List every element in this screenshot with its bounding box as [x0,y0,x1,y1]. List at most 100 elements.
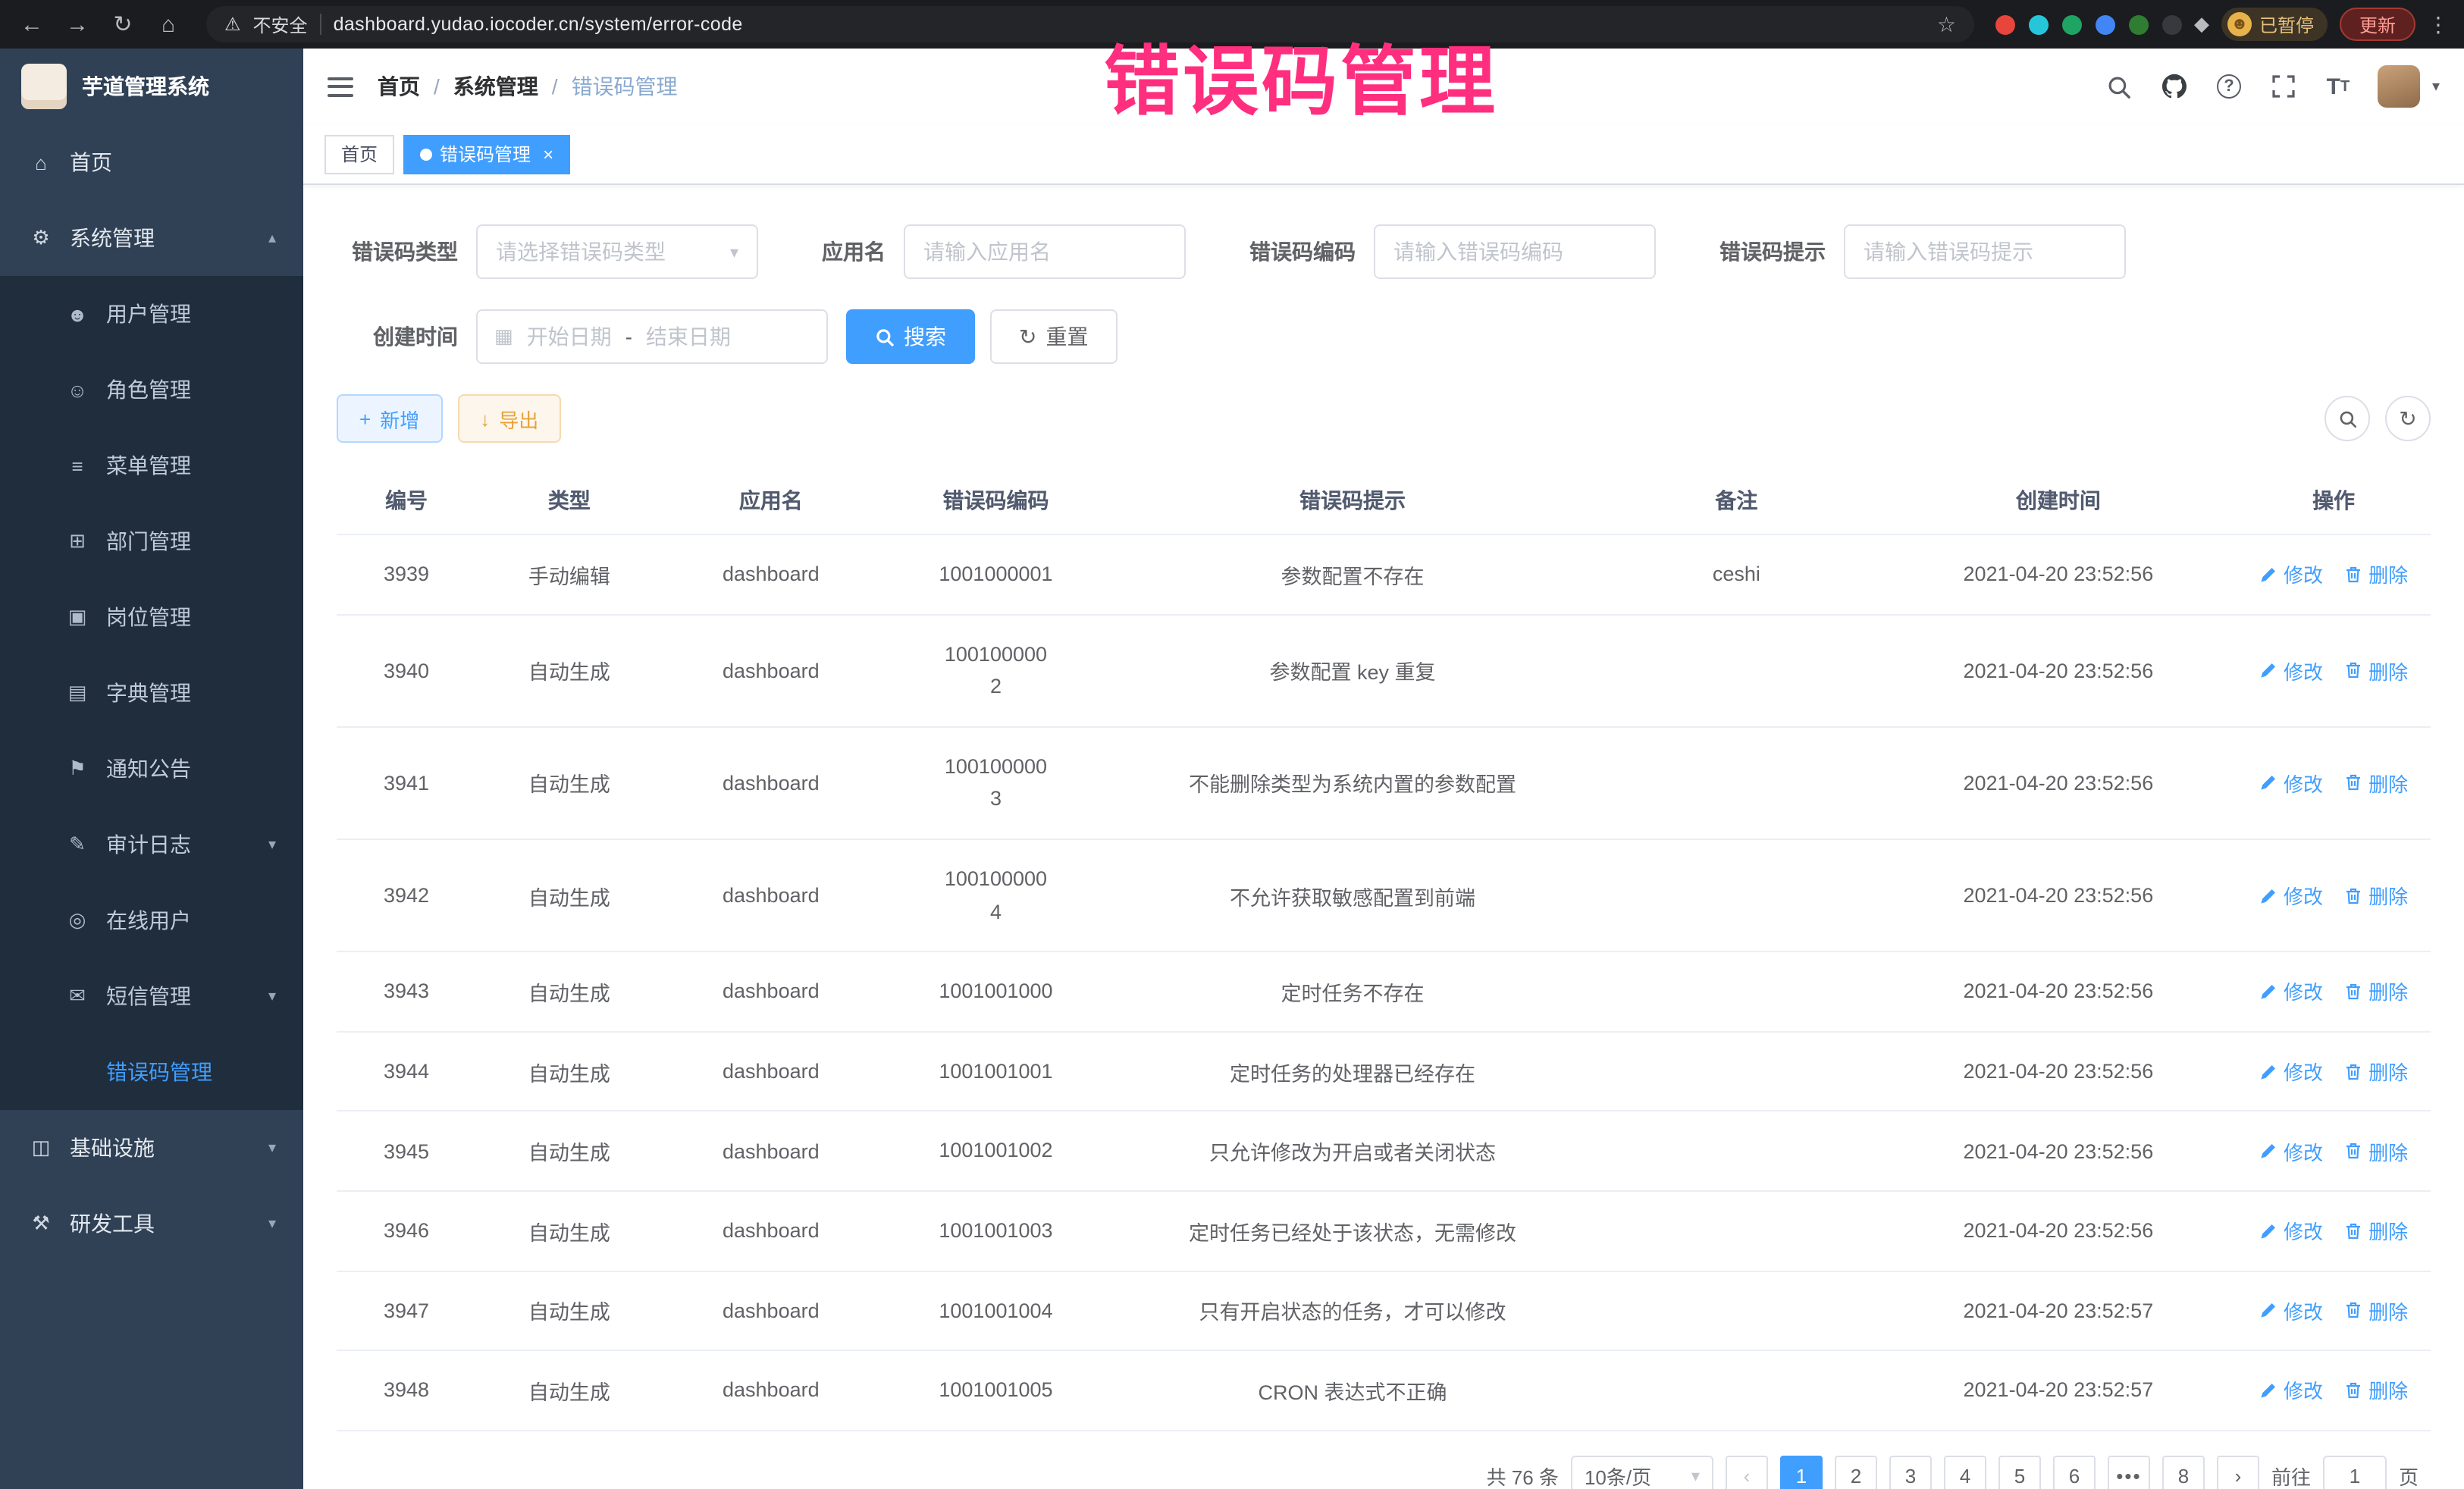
type-cell: 自动生成 [476,951,663,1031]
reload-icon[interactable]: ↻ [106,11,140,38]
edit-link[interactable]: 修改 [2259,977,2323,1006]
edit-link[interactable]: 修改 [2259,1296,2323,1325]
edit-link[interactable]: 修改 [2259,881,2323,910]
sidebar-item-12[interactable]: 错误码管理 [0,1034,303,1110]
breadcrumb-home[interactable]: 首页 [378,71,420,102]
edit-link[interactable]: 修改 [2259,1376,2323,1405]
url-text[interactable]: dashboard.yudao.iocoder.cn/system/error-… [334,14,1925,35]
sidebar-item-6[interactable]: ▣岗位管理 [0,579,303,655]
avatar-caret-icon[interactable]: ▾ [2432,78,2440,95]
menu-fold-icon[interactable] [328,77,353,96]
pager-more-button[interactable]: ••• [2108,1455,2150,1489]
help-icon[interactable]: ? [2214,71,2244,102]
sidebar-logo-row[interactable]: 芋道管理系统 [0,49,303,124]
app-cell: dashboard [663,1350,879,1430]
edit-link[interactable]: 修改 [2259,560,2323,589]
delete-link[interactable]: 删除 [2344,1216,2408,1245]
sidebar-item-3[interactable]: ☺角色管理 [0,352,303,428]
sidebar-item-13[interactable]: ◫基础设施▾ [0,1110,303,1186]
extension-icon[interactable] [2029,14,2049,34]
tab-error-code[interactable]: 错误码管理 × [403,134,570,174]
back-icon[interactable]: ← [15,11,49,37]
page-button-3[interactable]: 3 [1889,1455,1932,1489]
sidebar-item-7[interactable]: ▤字典管理 [0,655,303,731]
extensions-puzzle-icon[interactable]: ◆ [2194,12,2209,36]
edit-link[interactable]: 修改 [2259,769,2323,798]
home-icon[interactable]: ⌂ [152,11,185,37]
error-type-select[interactable]: 请选择错误码类型 ▾ [476,224,758,279]
github-icon[interactable] [2159,71,2190,102]
prev-page-button[interactable]: ‹ [1726,1455,1768,1489]
delete-link[interactable]: 删除 [2344,1136,2408,1165]
page-button-8[interactable]: 8 [2162,1455,2205,1489]
security-label[interactable]: 不安全 [253,11,308,37]
sidebar-item-10[interactable]: ◎在线用户 [0,882,303,958]
delete-link[interactable]: 删除 [2344,1296,2408,1325]
sidebar-item-4[interactable]: ≡菜单管理 [0,428,303,503]
delete-link[interactable]: 删除 [2344,1057,2408,1086]
next-page-button[interactable]: › [2217,1455,2259,1489]
delete-link[interactable]: 删除 [2344,977,2408,1006]
breadcrumb-current: 错误码管理 [572,71,678,102]
delete-link[interactable]: 删除 [2344,656,2408,685]
sidebar-item-2[interactable]: ☻用户管理 [0,276,303,352]
column-header: 类型 [476,467,663,534]
show-search-icon[interactable] [2324,396,2370,441]
extension-icon[interactable] [2162,14,2182,34]
tab-home[interactable]: 首页 [324,134,394,174]
close-icon[interactable]: × [543,143,553,165]
page-button-4[interactable]: 4 [1944,1455,1986,1489]
font-size-icon[interactable]: TT [2323,71,2353,102]
delete-link[interactable]: 删除 [2344,769,2408,798]
sidebar-item-14[interactable]: ⚒研发工具▾ [0,1186,303,1262]
delete-link[interactable]: 删除 [2344,881,2408,910]
edit-link[interactable]: 修改 [2259,656,2323,685]
forward-icon[interactable]: → [61,11,94,37]
address-bar[interactable]: ⚠ 不安全 dashboard.yudao.iocoder.cn/system/… [206,6,1974,42]
edit-link[interactable]: 修改 [2259,1136,2323,1165]
browser-profile-chip[interactable]: ☻ 已暂停 [2221,8,2328,41]
extension-icon[interactable] [2096,14,2115,34]
error-msg-input[interactable] [1844,224,2126,279]
delete-link[interactable]: 删除 [2344,1376,2408,1405]
page-button-1[interactable]: 1 [1780,1455,1823,1489]
page-button-6[interactable]: 6 [2053,1455,2096,1489]
refresh-table-icon[interactable]: ↻ [2385,396,2431,441]
browser-update-button[interactable]: 更新 [2340,8,2415,41]
breadcrumb-system[interactable]: 系统管理 [453,71,538,102]
goto-page-input[interactable] [2323,1455,2387,1489]
extension-icon[interactable] [2062,14,2082,34]
page-button-5[interactable]: 5 [1998,1455,2041,1489]
sidebar-item-0[interactable]: ⌂首页 [0,124,303,200]
date-range-picker[interactable]: ▦ 开始日期 - 结束日期 [476,309,828,364]
export-button[interactable]: ↓ 导出 [457,394,561,443]
sidebar-item-label: 部门管理 [106,526,191,556]
reset-button[interactable]: ↻ 重置 [990,309,1117,364]
sidebar-item-5[interactable]: ⊞部门管理 [0,503,303,579]
filter-app-group: 应用名 [822,224,1186,279]
bookmark-star-icon[interactable]: ☆ [1937,11,1956,37]
extension-icon[interactable] [2129,14,2149,34]
sidebar-item-11[interactable]: ✉短信管理▾ [0,958,303,1034]
user-avatar[interactable] [2378,65,2420,108]
delete-label: 删除 [2368,977,2408,1006]
type-cell: 自动生成 [476,727,663,839]
error-code-input[interactable] [1374,224,1656,279]
sidebar-item-8[interactable]: ⚑通知公告 [0,731,303,807]
browser-menu-icon[interactable]: ⋮ [2428,11,2449,37]
sidebar-item-1[interactable]: ⚙系统管理▴ [0,200,303,276]
app-name-input[interactable] [904,224,1186,279]
sidebar-item-9[interactable]: ✎审计日志▾ [0,807,303,882]
search-icon[interactable] [2105,71,2135,102]
page-size-select[interactable]: 10条/页 ▾ [1571,1455,1713,1489]
edit-link[interactable]: 修改 [2259,1057,2323,1086]
page-button-2[interactable]: 2 [1835,1455,1877,1489]
extension-icon[interactable] [1995,14,2015,34]
actions-cell: 修改删除 [2237,1350,2431,1430]
search-button[interactable]: 搜索 [846,309,975,364]
delete-link[interactable]: 删除 [2344,560,2408,589]
edit-link[interactable]: 修改 [2259,1216,2323,1245]
add-button[interactable]: + 新增 [337,394,442,443]
code-cell: 100100000 4 [879,839,1112,951]
fullscreen-icon[interactable] [2268,71,2299,102]
